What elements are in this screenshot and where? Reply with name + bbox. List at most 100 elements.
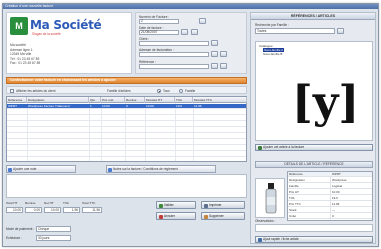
table-cell: Wordpress Facture Traitement: [28, 104, 70, 108]
add-icon: [257, 146, 262, 150]
close-icon: [158, 214, 163, 219]
calendar-icon[interactable]: [181, 29, 188, 35]
articles-panel-title: RÉFÉRENCES / ARTICLES: [251, 13, 375, 20]
table-row[interactable]: [7, 134, 246, 139]
invoice-number-input[interactable]: 2: [139, 19, 179, 24]
detail-key: Prix HT: [289, 190, 299, 194]
notes-textarea[interactable]: [6, 174, 247, 198]
detail-row: Famille Logiciel: [288, 184, 372, 189]
observations-field[interactable]: [255, 224, 373, 232]
table-row[interactable]: WPRT Wordpress Facture Traitement 1 10.0…: [7, 104, 246, 109]
search-icon[interactable]: [211, 40, 218, 46]
delete-button[interactable]: Supprimer: [201, 212, 245, 220]
detail-row: TVA 19.6: [288, 196, 372, 201]
print-button[interactable]: Imprimer: [201, 201, 245, 209]
cancel-button[interactable]: Annuler: [156, 212, 196, 220]
table-cell: 1: [90, 104, 92, 108]
articles-panel: RÉFÉRENCES / ARTICLES Recherche par Fami…: [250, 12, 376, 244]
tree-node[interactable]: Sous-famille B: [263, 52, 282, 56]
payment-label: Mode de paiement :: [6, 227, 35, 231]
detail-key: Référence: [289, 172, 303, 176]
vat-label: TVA: [63, 201, 69, 205]
edit-icon[interactable]: [220, 51, 227, 57]
category-label: Recherche par Famille :: [255, 23, 289, 27]
trash-icon: [203, 214, 208, 219]
vat-value: 1.96: [63, 207, 80, 213]
show-client-articles-checkbox[interactable]: [10, 89, 14, 93]
client-input[interactable]: [139, 41, 209, 46]
detail-value: U: [332, 214, 335, 218]
table-cell: 10.00: [102, 104, 110, 108]
check-icon: [158, 203, 163, 208]
total-ttc-label: Total TTC: [82, 201, 96, 205]
deadline-select[interactable]: 30 jours: [36, 235, 71, 241]
detail-row: Prix TTC 11.96: [288, 202, 372, 207]
detail-row: Prix HT 10.00: [288, 190, 372, 195]
detail-row: Unité U: [288, 214, 372, 219]
detail-key: Unité: [289, 214, 297, 218]
deadline-label: Echéance :: [6, 236, 22, 240]
note-icon: [8, 167, 12, 172]
detail-key: Famille: [289, 184, 299, 188]
table-cell: 0: [126, 104, 128, 108]
client-row: Client :: [139, 37, 245, 46]
window-title: Création d'une nouvelle facture: [3, 4, 378, 9]
cancel-button-label: Annuler: [164, 214, 175, 218]
add-article-button[interactable]: Ajouter cet article à la facture: [255, 144, 373, 151]
date-row: Date de facture : 21/05/2007: [139, 26, 245, 35]
company-logo: M Ma Société Slogan de la société: [10, 17, 130, 39]
tab-add-note[interactable]: Ajouter une note: [6, 165, 76, 173]
payment-select[interactable]: Chèque: [36, 226, 71, 232]
column-header[interactable]: Remise: [125, 97, 145, 103]
detail-row: Référence WPRT: [288, 172, 372, 177]
date-input[interactable]: 21/05/2007: [139, 30, 179, 35]
invoice-number-button[interactable]: [199, 18, 206, 24]
invoice-fields-panel: Numéro de Facture : 2 Date de facture : …: [135, 12, 247, 74]
category-select[interactable]: Toutes: [255, 28, 335, 34]
table-header: Référence Désignation Qté Prix unit. Rem…: [7, 97, 247, 103]
billing-address-input[interactable]: [139, 52, 209, 57]
refresh-icon[interactable]: [191, 29, 198, 35]
column-header[interactable]: Montant TTC: [193, 97, 247, 103]
filters-row: Afficher les articles du client Famille …: [6, 86, 247, 94]
radio-all[interactable]: [157, 89, 161, 93]
clear-icon[interactable]: [220, 63, 227, 69]
quick-add-button[interactable]: Ajout rapide / fiche article: [255, 236, 373, 243]
comment-icon: [108, 167, 112, 172]
column-header[interactable]: Montant HT: [145, 97, 175, 103]
add-article-label: Ajouter cet article à la facture: [263, 145, 305, 149]
reference-input[interactable]: [139, 64, 209, 69]
column-header[interactable]: Référence: [7, 97, 27, 103]
detail-key: TVA: [289, 196, 295, 200]
detail-value: WPRT: [332, 172, 341, 176]
quick-add-label: Ajout rapide / fiche article: [263, 237, 299, 241]
address-book-icon[interactable]: [211, 51, 218, 57]
table-row[interactable]: [7, 128, 246, 133]
detail-value: 10.00: [332, 190, 340, 194]
column-header[interactable]: TVA: [175, 97, 193, 103]
column-header[interactable]: Désignation: [27, 97, 89, 103]
discount-value[interactable]: 0.00: [25, 207, 42, 213]
invoice-number-row: Numéro de Facture : 2: [139, 15, 245, 24]
show-client-articles-label: Afficher les articles du client: [16, 89, 56, 93]
invoice-lines-table[interactable]: Référence Désignation Qté Prix unit. Rem…: [6, 96, 247, 162]
table-cell: WPRT: [8, 104, 18, 108]
lookup-icon[interactable]: [211, 63, 218, 69]
radio-family[interactable]: [179, 89, 183, 93]
column-header[interactable]: Qté: [89, 97, 101, 103]
table-row[interactable]: [7, 140, 246, 145]
table-row[interactable]: [7, 116, 246, 121]
save-button[interactable]: Valider: [156, 201, 196, 209]
table-row[interactable]: [7, 110, 246, 115]
table-row[interactable]: [7, 152, 246, 157]
table-row[interactable]: [7, 146, 246, 151]
save-button-label: Valider: [164, 203, 174, 207]
ref-row: Référence :: [139, 60, 245, 69]
table-row[interactable]: [7, 122, 246, 127]
print-button-label: Imprimer: [209, 203, 222, 207]
tab-comments[interactable]: Notes sur la facture / Conditions de règ…: [106, 165, 216, 173]
family-label: Famille d'articles: [107, 89, 131, 93]
search-icon[interactable]: [337, 28, 344, 34]
column-header[interactable]: Prix unit.: [101, 97, 125, 103]
observations-label: Observations :: [255, 219, 276, 223]
